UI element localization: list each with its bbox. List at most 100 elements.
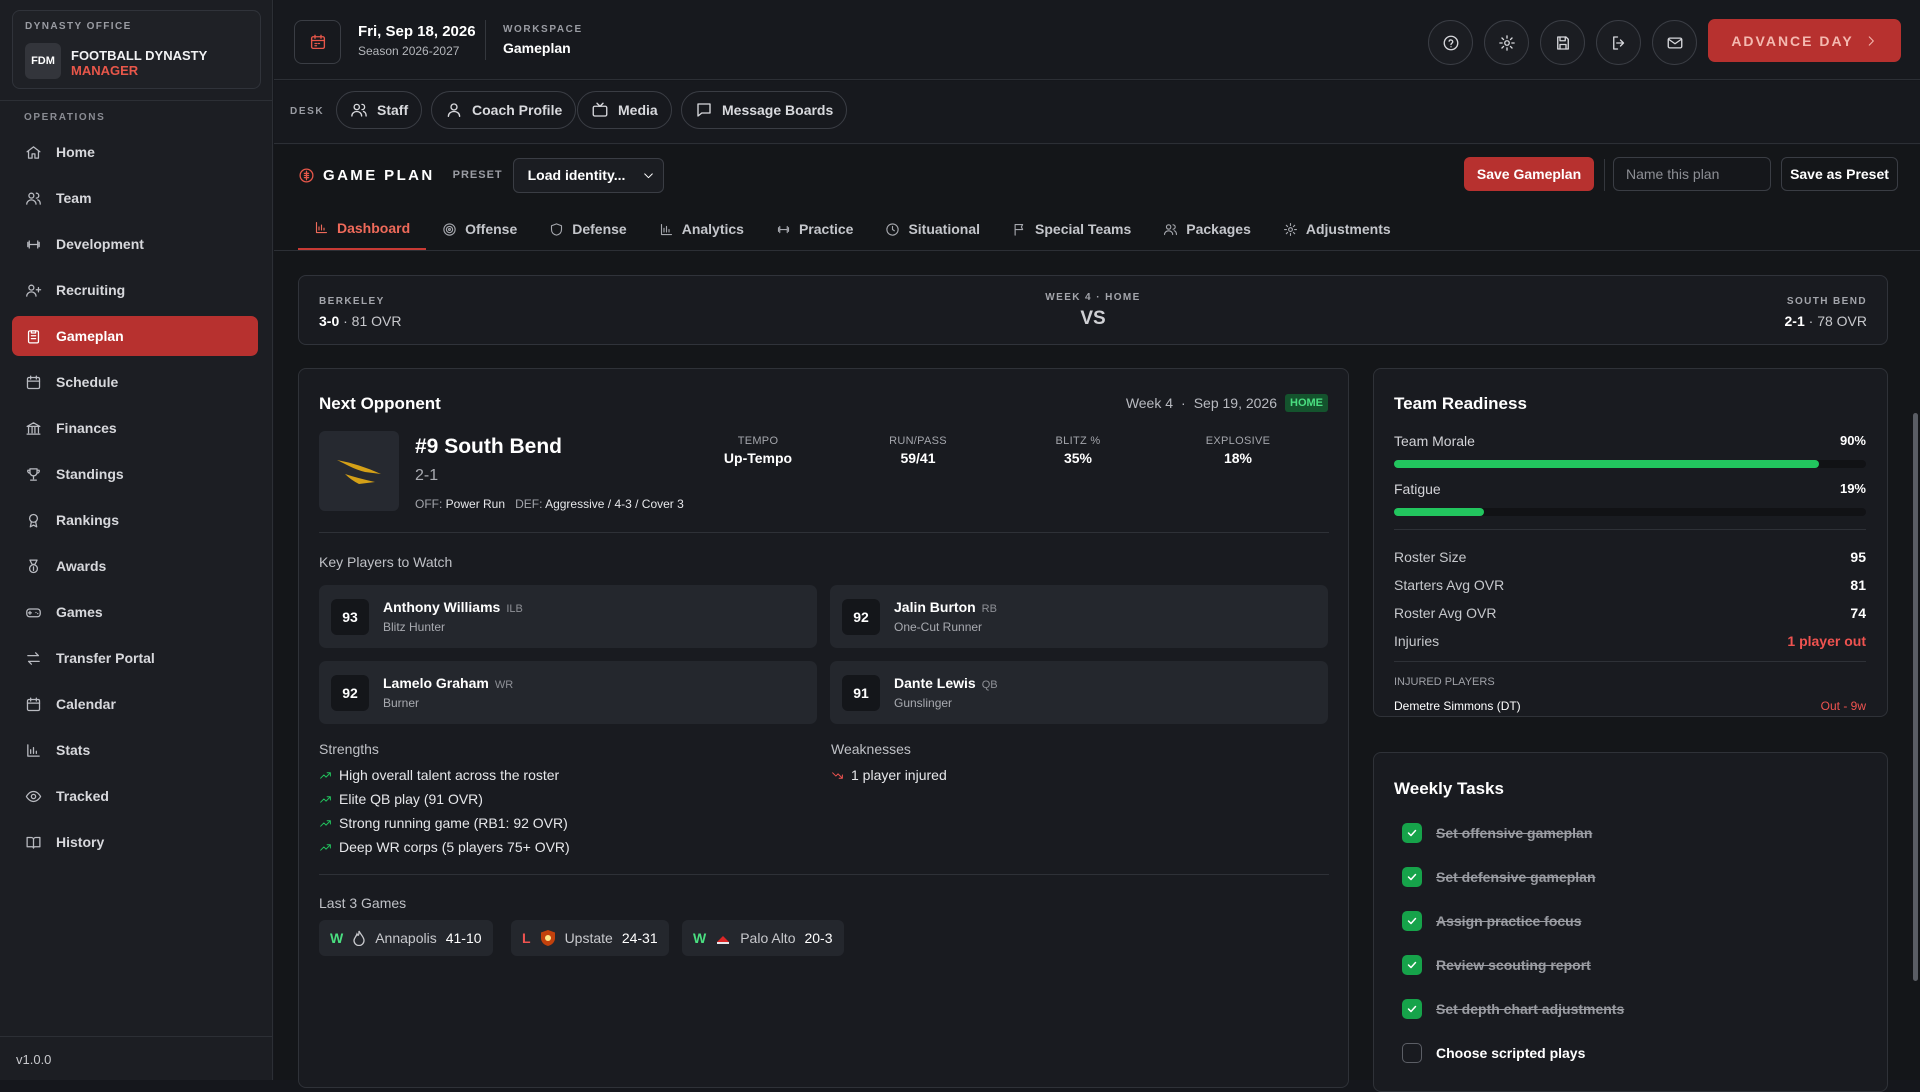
player-name: Lamelo Graham WR <box>383 675 513 691</box>
team-readiness-card: Team Readiness Team Morale 90% Fatigue 1… <box>1373 368 1888 717</box>
task-checkbox[interactable] <box>1402 823 1422 843</box>
sidebar-item-home[interactable]: Home <box>12 132 258 172</box>
task-checkbox[interactable] <box>1402 1043 1422 1063</box>
team-readiness-title: Team Readiness <box>1394 394 1527 413</box>
tab-analytics[interactable]: Analytics <box>643 207 760 251</box>
key-player-card[interactable]: 91 Dante Lewis QB Gunslinger <box>830 661 1328 724</box>
sidebar-item-awards[interactable]: Awards <box>12 546 258 586</box>
key-player-card[interactable]: 92 Lamelo Graham WR Burner <box>319 661 817 724</box>
plan-name-input[interactable]: Name this plan <box>1613 157 1771 191</box>
sidebar-item-tracked[interactable]: Tracked <box>12 776 258 816</box>
player-trait: Blitz Hunter <box>383 620 446 634</box>
clipboard-icon <box>27 329 40 344</box>
settings-button[interactable] <box>1484 20 1529 65</box>
tab-adjustments[interactable]: Adjustments <box>1267 207 1407 251</box>
sidebar-item-schedule[interactable]: Schedule <box>12 362 258 402</box>
mail-button[interactable] <box>1652 20 1697 65</box>
desk-button-staff[interactable]: Staff <box>336 91 423 129</box>
calendar-icon <box>26 696 41 711</box>
sidebar-item-calendar[interactable]: Calendar <box>12 684 258 724</box>
help-button[interactable] <box>1428 20 1473 65</box>
logout-button[interactable] <box>1596 20 1641 65</box>
check-icon <box>1407 873 1417 881</box>
tab-offense[interactable]: Offense <box>426 207 533 251</box>
task-item[interactable]: Set offensive gameplan <box>1402 823 1592 843</box>
tab-practice[interactable]: Practice <box>760 207 869 251</box>
tab-defense[interactable]: Defense <box>533 207 642 251</box>
desk-bar: DESK Staff Coach Profile Media Message B… <box>274 81 1920 144</box>
task-checkbox[interactable] <box>1402 911 1422 931</box>
sidebar-item-gameplan[interactable]: Gameplan <box>12 316 258 356</box>
shield-icon <box>551 222 563 236</box>
scrollbar-thumb[interactable] <box>1913 413 1918 981</box>
player-name: Anthony Williams ILB <box>383 599 523 615</box>
last-game-chip[interactable]: W Annapolis 41-10 <box>319 920 493 956</box>
task-item[interactable]: Assign practice focus <box>1402 911 1582 931</box>
sidebar-item-transfer-portal[interactable]: Transfer Portal <box>12 638 258 678</box>
weakness-item: 1 player injured <box>831 767 947 783</box>
morale-label: Team Morale <box>1394 433 1475 449</box>
header-divider <box>485 20 486 60</box>
task-checkbox[interactable] <box>1402 999 1422 1019</box>
football-icon <box>299 167 314 183</box>
away-team-name: SOUTH BEND <box>1786 296 1867 307</box>
advance-day-button[interactable]: ADVANCE DAY <box>1708 19 1901 62</box>
task-checkbox[interactable] <box>1402 955 1422 975</box>
save-as-preset-button[interactable]: Save as Preset <box>1781 157 1898 191</box>
sidebar-item-rankings[interactable]: Rankings <box>12 500 258 540</box>
kv-label: Roster Avg OVR <box>1394 605 1497 621</box>
key-player-card[interactable]: 93 Anthony Williams ILB Blitz Hunter <box>319 585 817 648</box>
stat-explosive: EXPLOSIVE 18% <box>1178 435 1298 466</box>
sidebar-item-development[interactable]: Development <box>12 224 258 264</box>
game-opponent: Upstate <box>564 930 613 946</box>
desk-button-label: Coach Profile <box>472 102 563 118</box>
check-icon <box>1407 961 1417 969</box>
sidebar-item-label: Standings <box>56 466 124 482</box>
mail-icon <box>1667 36 1682 49</box>
brand-card[interactable]: DYNASTY OFFICE FDM FOOTBALL DYNASTY MANA… <box>12 10 261 89</box>
sidebar-item-recruiting[interactable]: Recruiting <box>12 270 258 310</box>
sidebar-item-standings[interactable]: Standings <box>12 454 258 494</box>
tab-dashboard[interactable]: Dashboard <box>298 207 427 251</box>
tab-special-teams[interactable]: Special Teams <box>996 207 1147 251</box>
task-item[interactable]: Review scouting report <box>1402 955 1591 975</box>
award-icon <box>28 513 39 528</box>
save-gameplan-button[interactable]: Save Gameplan <box>1464 157 1594 191</box>
sidebar-item-stats[interactable]: Stats <box>12 730 258 770</box>
sidebar-nav: Home Team Development Recruiting Gamepla… <box>12 132 258 868</box>
sidebar-item-team[interactable]: Team <box>12 178 258 218</box>
key-player-card[interactable]: 92 Jalin Burton RB One-Cut Runner <box>830 585 1328 648</box>
users-icon <box>351 103 367 117</box>
roster-size-row: Roster Size 95 <box>1394 549 1866 565</box>
gamepad-icon <box>26 607 41 617</box>
save-button[interactable] <box>1540 20 1585 65</box>
kv-value: 74 <box>1850 605 1866 621</box>
task-checkbox[interactable] <box>1402 867 1422 887</box>
injured-player-row[interactable]: Demetre Simmons (DT) Out - 9w <box>1394 699 1866 713</box>
next-opponent-title: Next Opponent <box>319 394 441 413</box>
task-item[interactable]: Set depth chart adjustments <box>1402 999 1624 1019</box>
sidebar-item-finances[interactable]: Finances <box>12 408 258 448</box>
sidebar-item-games[interactable]: Games <box>12 592 258 632</box>
calendar-button[interactable] <box>294 20 341 64</box>
sidebar-item-label: Transfer Portal <box>56 650 155 666</box>
matchup-banner: BERKELEY 3-0 · 81 OVR WEEK 4 · HOME VS S… <box>298 275 1888 345</box>
last-game-chip[interactable]: L Upstate 24-31 <box>511 920 669 956</box>
tabs-divider <box>274 250 1920 251</box>
desk-button-message-boards[interactable]: Message Boards <box>681 91 848 129</box>
opponent-date: Sep 19, 2026 <box>1193 395 1277 411</box>
opponent-logo <box>319 431 399 511</box>
desk-button-media[interactable]: Media <box>577 91 672 129</box>
tab-label: Special Teams <box>1035 221 1132 237</box>
last-game-chip[interactable]: W Palo Alto 20-3 <box>682 920 844 956</box>
preset-label: PRESET <box>452 169 503 181</box>
player-ovr: 92 <box>842 599 880 635</box>
tab-situational[interactable]: Situational <box>869 207 996 251</box>
task-item[interactable]: Set defensive gameplan <box>1402 867 1596 887</box>
desk-button-coach-profile[interactable]: Coach Profile <box>431 91 577 129</box>
task-item[interactable]: Choose scripted plays <box>1402 1043 1585 1063</box>
sidebar-item-history[interactable]: History <box>12 822 258 862</box>
tab-packages[interactable]: Packages <box>1147 207 1267 251</box>
preset-select[interactable]: Load identity... <box>512 157 664 193</box>
morale-bar <box>1394 460 1866 468</box>
